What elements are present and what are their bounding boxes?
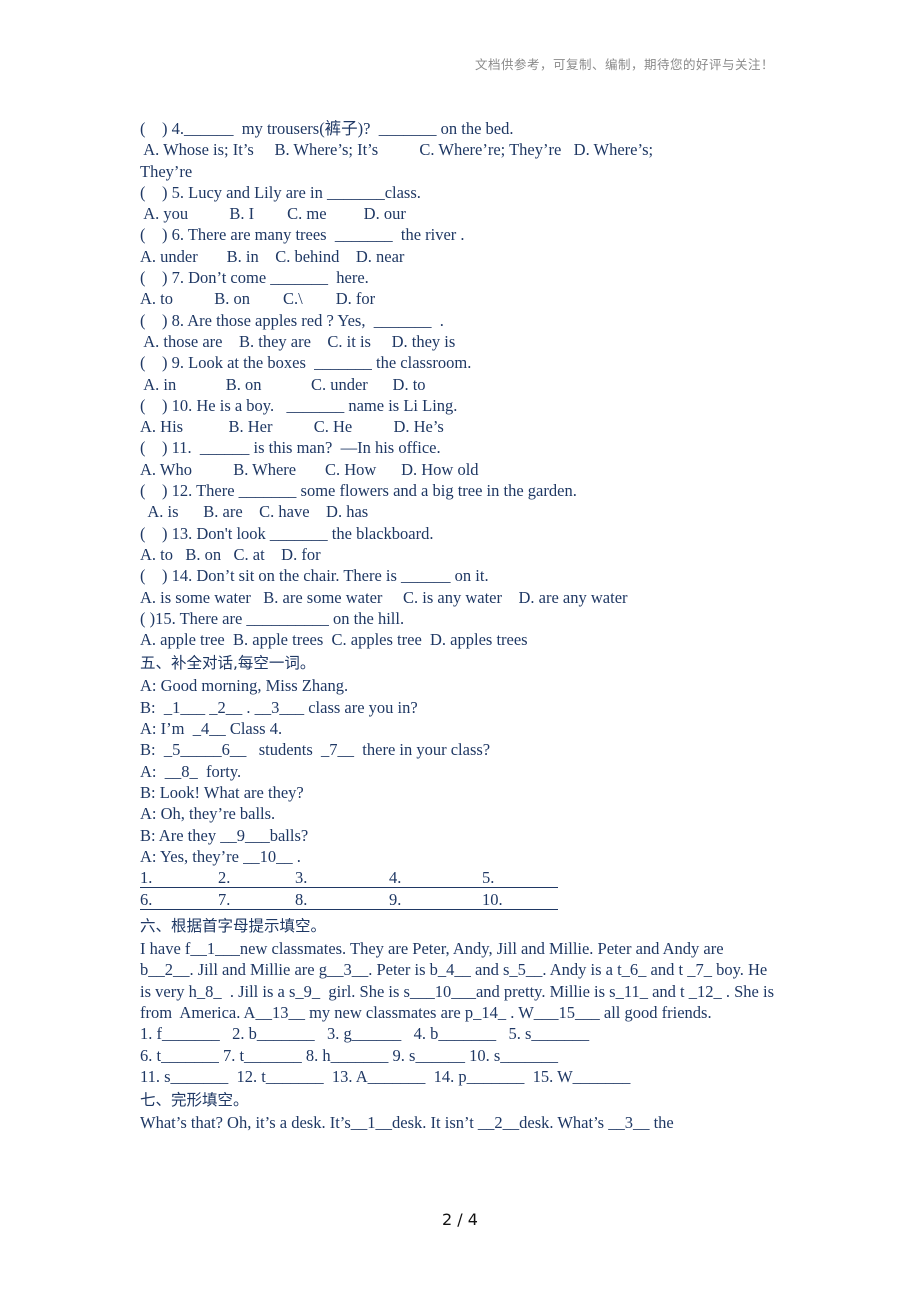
question-13-options: A. to B. on C. at D. for (140, 544, 321, 564)
question-15-stem: ( )15. There are __________ on the hill. (140, 608, 405, 628)
dialogue-line: A: I’m _4__ Class 4. (140, 719, 283, 739)
answer-blank[interactable]: 6. (140, 889, 218, 909)
answer-blank[interactable]: 7. (218, 889, 295, 909)
section6-passage: I have f__1___new classmates. They are P… (140, 939, 779, 1022)
section5-dialogue: 五、补全对话,每空一词。 A: Good morning, Miss Zhang… (140, 651, 800, 911)
section6-initial-letters: 六、根据首字母提示填空。 I have f__1___new classmate… (140, 914, 800, 1087)
dialogue-line: A: __8_ forty. (140, 761, 242, 781)
question-9-stem: ( ) 9. Look at the boxes _______ the cla… (140, 353, 472, 373)
question-7-options: A. to B. on C.\ D. for (140, 289, 376, 309)
answer-blank[interactable]: 2. (218, 867, 295, 887)
dialogue-line: A: Yes, they’re __10__ . (140, 846, 301, 866)
dialogue-line: B: _5_____6__ students _7__ there in you… (140, 740, 491, 760)
question-9-options: A. in B. on C. under D. to (140, 374, 426, 394)
question-4-options-cont: They’re (140, 161, 193, 181)
question-11-stem: ( ) 11. ______ is this man? —In his offi… (140, 438, 441, 458)
dialogue-line: A: Oh, they’re balls. (140, 804, 276, 824)
question-12-stem: ( ) 12. There _______ some flowers and a… (140, 481, 577, 501)
question-11-options: A. Who B. Where C. How D. How old (140, 459, 479, 479)
section4-questions: ( ) 4.______ my trousers(裤子)? _______ on… (140, 118, 800, 650)
section7-cloze: 七、完形填空。 What’s that? Oh, it’s a desk. It… (140, 1088, 800, 1133)
answer-line[interactable]: 11. s_______ 12. t_______ 13. A_______ 1… (140, 1066, 800, 1087)
answer-blank[interactable]: 9. (389, 889, 482, 909)
page-number: 2 / 4 (442, 1210, 478, 1229)
section6-heading: 六、根据首字母提示填空。 (140, 917, 327, 936)
question-8-stem: ( ) 8. Are those apples red ? Yes, _____… (140, 310, 444, 330)
section7-passage: What’s that? Oh, it’s a desk. It’s__1__d… (140, 1113, 674, 1133)
question-15-options: A. apple tree B. apple trees C. apples t… (140, 630, 528, 650)
question-4-stem: ( ) 4.______ my trousers(裤子)? _______ on… (140, 119, 514, 138)
question-5-options: A. you B. I C. me D. our (140, 204, 406, 224)
section5-heading: 五、补全对话,每空一词。 (140, 654, 316, 673)
answer-blank[interactable]: 4. (389, 867, 482, 887)
question-10-stem: ( ) 10. He is a boy. _______ name is Li … (140, 395, 458, 415)
answer-row: 6. 7. 8. 9. 10. (140, 889, 558, 911)
question-12-options: A. is B. are C. have D. has (140, 502, 369, 522)
dialogue-line: B: Look! What are they? (140, 782, 304, 802)
section7-heading: 七、完形填空。 (140, 1091, 249, 1110)
question-5-stem: ( ) 5. Lucy and Lily are in _______class… (140, 182, 421, 202)
answer-line[interactable]: 1. f_______ 2. b_______ 3. g______ 4. b_… (140, 1023, 800, 1044)
answer-line[interactable]: 6. t_______ 7. t_______ 8. h_______ 9. s… (140, 1045, 800, 1066)
question-4-options: A. Whose is; It’s B. Where’s; It’s C. Wh… (140, 140, 654, 160)
question-13-stem: ( ) 13. Don't look _______ the blackboar… (140, 523, 434, 543)
answer-blank[interactable]: 3. (295, 867, 389, 887)
question-10-options: A. His B. Her C. He D. He’s (140, 417, 444, 437)
header-note: 文档供参考，可复制、编制，期待您的好评与关注！ (474, 57, 774, 72)
document-body: ( ) 4.______ my trousers(裤子)? _______ on… (140, 118, 800, 1133)
answer-blank[interactable]: 8. (295, 889, 389, 909)
answer-row: 1. 2. 3. 4. 5. (140, 867, 558, 889)
dialogue-line: A: Good morning, Miss Zhang. (140, 676, 349, 696)
answer-blank[interactable]: 5. (482, 867, 558, 887)
question-14-options: A. is some water B. are some water C. is… (140, 587, 628, 607)
dialogue-line: B: _1___ _2__ . __3___ class are you in? (140, 697, 418, 717)
dialogue-line: B: Are they __9___balls? (140, 825, 309, 845)
question-8-options: A. those are B. they are C. it is D. the… (140, 331, 456, 351)
question-6-options: A. under B. in C. behind D. near (140, 246, 405, 266)
answer-blank[interactable]: 1. (140, 867, 218, 887)
question-6-stem: ( ) 6. There are many trees _______ the … (140, 225, 465, 245)
answer-blank[interactable]: 10. (482, 889, 558, 909)
question-14-stem: ( ) 14. Don’t sit on the chair. There is… (140, 566, 489, 586)
question-7-stem: ( ) 7. Don’t come _______ here. (140, 268, 369, 288)
